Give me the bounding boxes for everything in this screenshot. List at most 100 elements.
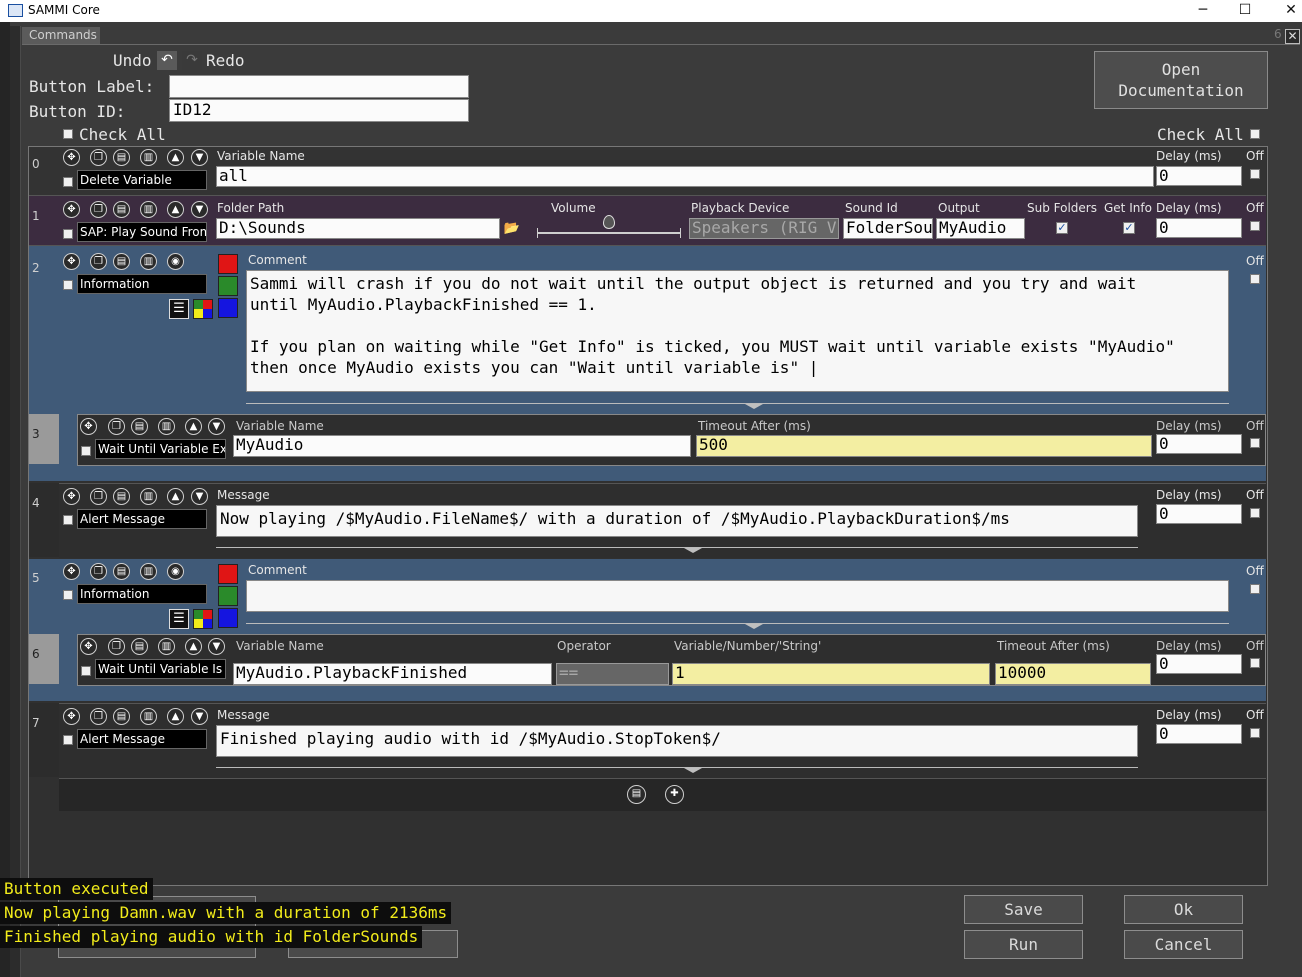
folder-icon[interactable]: 📂: [503, 220, 521, 237]
row-select-checkbox[interactable]: [63, 177, 73, 187]
paste-icon[interactable]: ▤: [131, 418, 148, 435]
row-select-checkbox[interactable]: [81, 446, 91, 456]
move-icon[interactable]: ✥: [63, 201, 80, 218]
copy-icon[interactable]: ❐: [90, 149, 107, 166]
delete-icon[interactable]: ▥: [140, 201, 157, 218]
comment-textarea[interactable]: Sammi will crash if you do not wait unti…: [246, 270, 1229, 392]
move-down-icon[interactable]: ▼: [191, 708, 208, 725]
sub-folders-checkbox[interactable]: [1056, 222, 1068, 234]
command-name[interactable]: Information: [77, 274, 207, 294]
redo-label[interactable]: Redo: [206, 51, 245, 70]
off-checkbox[interactable]: [1250, 169, 1260, 179]
paste-icon[interactable]: ▤: [113, 149, 130, 166]
row-select-checkbox[interactable]: [81, 666, 91, 676]
expand-handle-icon[interactable]: [684, 548, 702, 553]
color-palette-icon[interactable]: [193, 609, 213, 629]
delay-input[interactable]: 0: [1156, 504, 1242, 524]
delete-icon[interactable]: ▥: [158, 638, 175, 655]
message-textarea[interactable]: Now playing /$MyAudio.FileName$/ with a …: [216, 505, 1138, 537]
off-checkbox[interactable]: [1250, 221, 1260, 231]
eye-icon[interactable]: ◉: [167, 253, 184, 270]
blue-swatch[interactable]: [218, 298, 238, 318]
paste-icon[interactable]: ▤: [113, 201, 130, 218]
delay-input[interactable]: 0: [1156, 218, 1242, 238]
green-swatch[interactable]: [218, 276, 238, 296]
copy-icon[interactable]: ❐: [108, 418, 125, 435]
menu-icon[interactable]: ☰: [169, 609, 189, 629]
off-checkbox[interactable]: [1250, 658, 1260, 668]
maximize-button[interactable]: ☐: [1222, 0, 1268, 22]
delete-icon[interactable]: ▥: [140, 149, 157, 166]
folder-path-input[interactable]: D:\Sounds: [216, 218, 500, 239]
delete-icon[interactable]: ▥: [140, 253, 157, 270]
command-name[interactable]: Alert Message: [77, 509, 207, 529]
off-checkbox[interactable]: [1250, 728, 1260, 738]
move-icon[interactable]: ✥: [63, 488, 80, 505]
off-checkbox[interactable]: [1250, 438, 1260, 448]
command-name[interactable]: SAP: Play Sound From: [77, 222, 207, 242]
command-name[interactable]: Wait Until Variable Ex: [95, 439, 226, 459]
blue-swatch[interactable]: [218, 608, 238, 628]
variable-name-input[interactable]: MyAudio.PlaybackFinished: [233, 663, 552, 685]
red-swatch[interactable]: [218, 564, 238, 584]
delay-input[interactable]: 0: [1156, 654, 1242, 674]
delete-icon[interactable]: ▥: [140, 488, 157, 505]
copy-icon[interactable]: ❐: [108, 638, 125, 655]
copy-icon[interactable]: ❐: [90, 488, 107, 505]
move-up-icon[interactable]: ▲: [167, 708, 184, 725]
move-icon[interactable]: ✥: [80, 418, 97, 435]
row-select-checkbox[interactable]: [63, 735, 73, 745]
cancel-button[interactable]: Cancel: [1124, 930, 1243, 959]
playback-device-select[interactable]: Speakers (RIG V: [689, 218, 839, 239]
value-input[interactable]: 1: [672, 663, 990, 685]
variable-name-input[interactable]: MyAudio: [233, 435, 691, 457]
undo-label[interactable]: Undo: [113, 51, 152, 70]
redo-icon[interactable]: ↷: [182, 51, 202, 70]
command-name[interactable]: Alert Message: [77, 729, 207, 749]
color-palette-icon[interactable]: [193, 299, 213, 319]
expand-handle-icon[interactable]: [745, 624, 763, 629]
minimize-button[interactable]: ─: [1180, 0, 1226, 22]
comment-textarea[interactable]: [246, 580, 1229, 612]
get-info-checkbox[interactable]: [1123, 222, 1135, 234]
run-button[interactable]: Run: [964, 930, 1083, 959]
close-window-button[interactable]: ✕: [1268, 0, 1302, 22]
paste-icon[interactable]: ▤: [113, 488, 130, 505]
expand-handle-icon[interactable]: [745, 404, 763, 409]
delay-input[interactable]: 0: [1156, 724, 1242, 744]
delete-icon[interactable]: ▥: [140, 708, 157, 725]
row-select-checkbox[interactable]: [63, 515, 73, 525]
paste-icon[interactable]: ▤: [131, 638, 148, 655]
volume-slider-track[interactable]: [537, 232, 681, 234]
green-swatch[interactable]: [218, 586, 238, 606]
move-icon[interactable]: ✥: [80, 638, 97, 655]
timeout-input[interactable]: 500: [696, 435, 1152, 457]
off-checkbox[interactable]: [1250, 584, 1260, 594]
command-name[interactable]: Delete Variable: [77, 170, 207, 190]
save-button[interactable]: Save: [964, 895, 1083, 924]
volume-slider-handle[interactable]: [603, 215, 615, 229]
ok-button[interactable]: Ok: [1124, 895, 1243, 924]
close-commands-icon[interactable]: ✕: [1285, 29, 1300, 44]
move-icon[interactable]: ✥: [63, 253, 80, 270]
sound-id-input[interactable]: FolderSou: [843, 218, 933, 239]
move-up-icon[interactable]: ▲: [167, 149, 184, 166]
row-select-checkbox[interactable]: [63, 590, 73, 600]
paste-command-icon[interactable]: ▤: [627, 785, 646, 804]
delete-icon[interactable]: ▥: [140, 563, 157, 580]
off-checkbox[interactable]: [1250, 274, 1260, 284]
paste-icon[interactable]: ▤: [113, 708, 130, 725]
message-textarea[interactable]: Finished playing audio with id /$MyAudio…: [216, 725, 1138, 757]
variable-name-input[interactable]: all: [216, 166, 1154, 187]
check-all-right-checkbox[interactable]: [1250, 129, 1260, 139]
operator-select[interactable]: ==: [556, 663, 669, 685]
tab-commands[interactable]: Commands: [22, 27, 100, 44]
paste-icon[interactable]: ▤: [113, 563, 130, 580]
move-up-icon[interactable]: ▲: [185, 418, 202, 435]
row-select-checkbox[interactable]: [63, 280, 73, 290]
delay-input[interactable]: 0: [1156, 166, 1242, 186]
button-label-field[interactable]: [169, 75, 469, 98]
copy-icon[interactable]: ❐: [90, 201, 107, 218]
delete-icon[interactable]: ▥: [158, 418, 175, 435]
undo-icon[interactable]: ↶: [157, 51, 177, 70]
